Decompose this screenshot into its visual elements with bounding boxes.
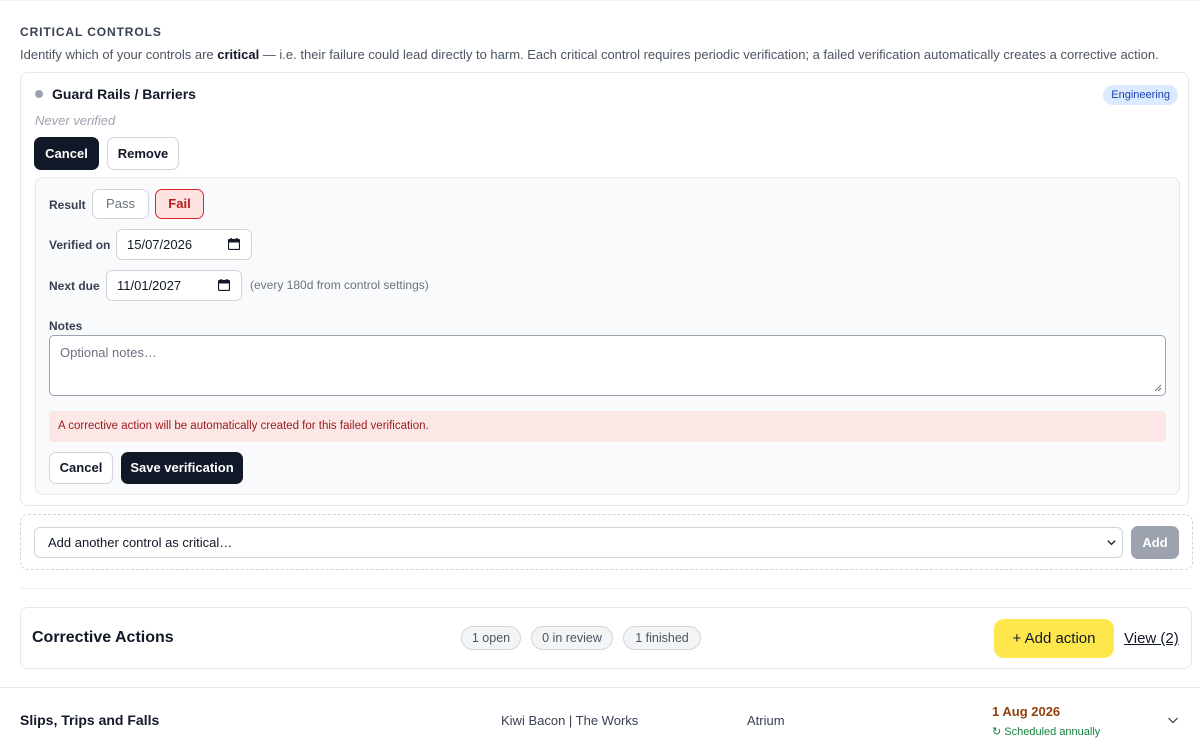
- hazard-row[interactable]: Slips, Trips and Falls Kiwi Bacon | The …: [0, 688, 1200, 750]
- notes-label: Notes: [49, 319, 83, 333]
- control-name: Guard Rails / Barriers: [52, 86, 196, 102]
- view-actions-link[interactable]: View (2): [1124, 630, 1179, 647]
- desc-text-end: — i.e. their failure could lead directly…: [259, 47, 1159, 62]
- desc-text-start: Identify which of your controls are: [20, 47, 218, 62]
- corrective-actions-card: Corrective Actions 1 open 0 in review 1 …: [20, 607, 1192, 669]
- chevron-down-icon[interactable]: [1167, 714, 1179, 726]
- add-control-box: Add another control as critical… Add: [20, 514, 1193, 570]
- cancel-verify-button[interactable]: Cancel: [34, 137, 99, 170]
- next-due-label: Next due: [49, 279, 100, 293]
- critical-control-card: Guard Rails / Barriers Engineering Never…: [20, 72, 1189, 506]
- verification-status: Never verified: [35, 113, 116, 128]
- verification-form: Result Pass Fail Verified on 15/07/2026 …: [35, 177, 1180, 495]
- hazard-name: Slips, Trips and Falls: [20, 712, 160, 728]
- add-control-select[interactable]: Add another control as critical…: [34, 527, 1123, 558]
- hazard-due-date: 1 Aug 2026: [992, 704, 1061, 719]
- hazard-schedule: ↻ Scheduled annually: [992, 726, 1101, 738]
- hazard-site: Kiwi Bacon | The Works: [501, 713, 639, 728]
- next-due-value: 11/01/2027: [117, 278, 182, 293]
- notes-textarea[interactable]: Optional notes…: [49, 335, 1166, 396]
- open-count-badge: 1 open: [461, 626, 521, 650]
- chevron-down-icon: [1107, 540, 1116, 546]
- result-pass-button[interactable]: Pass: [92, 189, 149, 219]
- section-description: Identify which of your controls are crit…: [20, 47, 1159, 62]
- add-control-select-value: Add another control as critical…: [48, 535, 233, 550]
- result-label: Result: [49, 198, 86, 212]
- verified-on-value: 15/07/2026: [127, 237, 193, 252]
- verified-on-label: Verified on: [49, 238, 111, 252]
- top-divider: [0, 0, 1200, 1]
- hazard-location: Atrium: [747, 713, 785, 728]
- calendar-icon[interactable]: [228, 238, 240, 250]
- in-review-count-badge: 0 in review: [531, 626, 613, 650]
- notes-placeholder: Optional notes…: [60, 345, 157, 360]
- next-due-hint: (every 180d from control settings): [250, 278, 429, 292]
- category-badge: Engineering: [1103, 85, 1178, 105]
- corrective-action-warning: A corrective action will be automaticall…: [49, 411, 1166, 442]
- add-action-button[interactable]: + Add action: [994, 619, 1114, 658]
- finished-count-badge: 1 finished: [623, 626, 701, 650]
- section-title: CRITICAL CONTROLS: [20, 25, 162, 39]
- verified-on-date-input[interactable]: 15/07/2026: [116, 229, 252, 260]
- calendar-icon[interactable]: [218, 279, 230, 291]
- desc-text-bold: critical: [217, 47, 260, 62]
- cancel-button[interactable]: Cancel: [49, 452, 113, 484]
- corrective-actions-title: Corrective Actions: [32, 629, 174, 646]
- next-due-date-input[interactable]: 11/01/2027: [106, 270, 242, 301]
- save-verification-button[interactable]: Save verification: [121, 452, 243, 484]
- section-divider: [20, 588, 1192, 589]
- add-control-button[interactable]: Add: [1131, 526, 1179, 559]
- remove-control-button[interactable]: Remove: [107, 137, 179, 170]
- status-dot-icon: [35, 90, 43, 98]
- resize-grip-icon[interactable]: [1154, 384, 1162, 392]
- result-fail-button[interactable]: Fail: [155, 189, 204, 219]
